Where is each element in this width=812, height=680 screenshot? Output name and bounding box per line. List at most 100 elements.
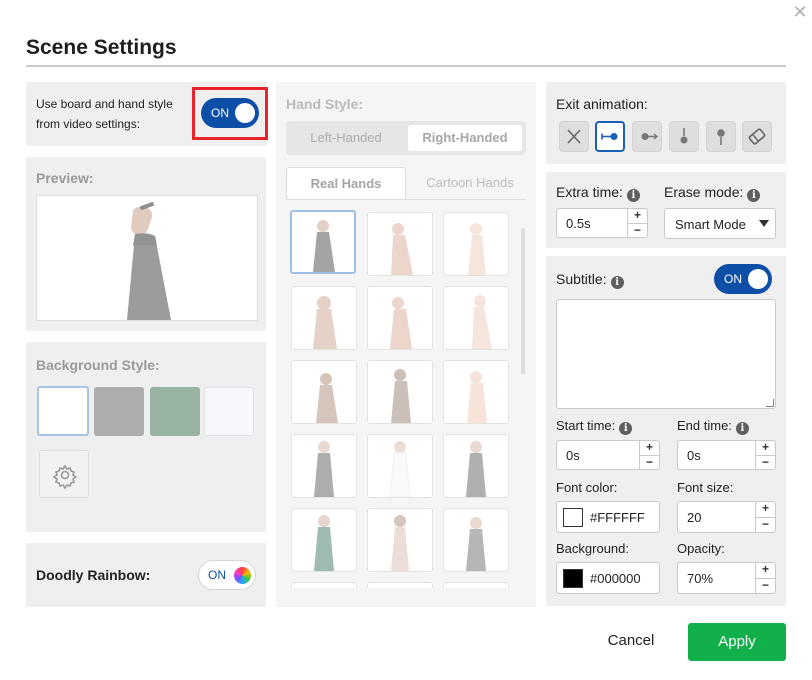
apply-button[interactable]: Apply	[688, 623, 786, 661]
hand-thumb[interactable]	[367, 508, 433, 572]
swatch-green[interactable]	[150, 387, 200, 436]
increment-button[interactable]: +	[756, 441, 775, 455]
background-color-swatch[interactable]	[563, 569, 583, 588]
increment-button[interactable]: +	[756, 502, 775, 517]
swatch-gray[interactable]	[94, 387, 144, 436]
font-size-stepper[interactable]: + −	[755, 502, 775, 532]
swatch-white[interactable]	[37, 386, 89, 436]
decrement-button[interactable]: −	[628, 223, 647, 237]
hand-thumb[interactable]	[291, 434, 357, 498]
preview-panel: Preview:	[26, 157, 266, 331]
slide-out-icon	[601, 133, 618, 140]
hand-thumb[interactable]	[443, 360, 509, 424]
hand-thumb[interactable]	[443, 286, 509, 350]
cancel-button[interactable]: Cancel	[598, 624, 664, 658]
background-color-value: #000000	[590, 571, 641, 586]
hand-thumb[interactable]	[443, 434, 509, 498]
decrement-button[interactable]: −	[756, 455, 775, 469]
info-icon[interactable]: i	[619, 422, 633, 435]
eraser-icon	[748, 128, 766, 145]
hand-thumb[interactable]	[291, 582, 357, 588]
erase-mode-select[interactable]: Smart Mode	[664, 208, 776, 239]
font-color-swatch[interactable]	[563, 508, 583, 527]
hand-thumb[interactable]	[291, 508, 357, 572]
info-icon[interactable]: i	[747, 189, 761, 202]
start-time-input[interactable]: 0s + −	[556, 440, 660, 470]
background-color-input[interactable]: #000000	[556, 562, 660, 594]
font-size-input[interactable]: 20 + −	[677, 501, 776, 533]
background-settings-button[interactable]	[39, 450, 89, 498]
textarea-resize-icon[interactable]	[766, 399, 774, 407]
info-icon[interactable]: i	[626, 189, 640, 202]
close-icon[interactable]: ✕	[791, 4, 809, 22]
exit-animation-label: Exit animation:	[556, 96, 648, 112]
start-time-label: Start time: i	[556, 418, 633, 435]
board-hand-toggle[interactable]: ON	[201, 98, 259, 128]
subtitle-label-text: Subtitle:	[556, 271, 607, 287]
rainbow-toggle-label: ON	[208, 568, 226, 582]
swatch-light[interactable]	[204, 387, 254, 436]
hand-thumb[interactable]	[443, 508, 509, 572]
hand-thumb[interactable]	[367, 286, 433, 350]
subtitle-toggle[interactable]: ON	[714, 264, 772, 294]
subtitle-panel: Subtitle: i ON Start time: i End time: i 0s…	[546, 256, 786, 606]
hand-thumb[interactable]	[367, 212, 433, 276]
hand-thumb[interactable]	[290, 210, 356, 274]
exit-eraser-button[interactable]	[742, 121, 772, 152]
subtitle-label: Subtitle: i	[556, 271, 624, 289]
hand-thumb[interactable]	[367, 434, 433, 498]
decrement-button[interactable]: −	[756, 517, 775, 532]
erase-mode-label: Erase mode: i	[664, 184, 761, 202]
hand-grid-scrollbar[interactable]	[521, 228, 525, 374]
hand-type-tabs: Real Hands Cartoon Hands	[286, 167, 526, 200]
toggle-label: ON	[724, 272, 742, 286]
board-hand-label-2: from video settings:	[36, 117, 141, 131]
exit-drop-pin-button[interactable]	[706, 121, 736, 152]
rainbow-icon	[234, 567, 251, 584]
tab-cartoon-hands[interactable]: Cartoon Hands	[410, 167, 530, 199]
end-time-input[interactable]: 0s + −	[677, 440, 776, 470]
preview-label: Preview:	[36, 170, 94, 186]
exit-none-button[interactable]	[559, 121, 589, 152]
font-color-input[interactable]: #FFFFFF	[556, 501, 660, 533]
tab-real-hands[interactable]: Real Hands	[286, 167, 406, 199]
background-label: Background:	[556, 541, 629, 556]
handedness-selector: Left-Handed Right-Handed	[286, 121, 526, 155]
decrement-button[interactable]: −	[756, 578, 775, 593]
hand-thumb[interactable]	[291, 360, 357, 424]
hand-thumb[interactable]	[443, 582, 509, 588]
hand-thumb[interactable]	[443, 212, 509, 276]
increment-button[interactable]: +	[640, 441, 659, 455]
font-size-value: 20	[687, 510, 702, 525]
start-time-stepper[interactable]: + −	[639, 441, 659, 469]
end-time-value: 0s	[687, 448, 701, 463]
info-icon[interactable]: i	[610, 276, 624, 289]
opacity-stepper[interactable]: + −	[755, 563, 775, 593]
end-time-stepper[interactable]: + −	[755, 441, 775, 469]
extra-time-stepper[interactable]: + −	[627, 209, 647, 237]
extra-time-label-text: Extra time:	[556, 184, 623, 200]
exit-move-down-button[interactable]	[669, 121, 699, 152]
decrement-button[interactable]: −	[640, 455, 659, 469]
hand-style-label: Hand Style:	[286, 96, 364, 112]
exit-slide-out-button[interactable]	[595, 121, 625, 152]
increment-button[interactable]: +	[628, 209, 647, 223]
left-handed-option[interactable]: Left-Handed	[290, 125, 402, 151]
opacity-input[interactable]: 70% + −	[677, 562, 776, 594]
doodly-rainbow-toggle[interactable]: ON	[198, 560, 256, 590]
info-icon[interactable]: i	[735, 422, 749, 435]
erase-mode-value: Smart Mode	[675, 217, 746, 232]
exit-push-out-button[interactable]	[632, 121, 662, 152]
extra-time-input[interactable]: 0.5s + −	[556, 208, 648, 238]
move-down-icon	[680, 128, 688, 144]
board-hand-label-1: Use board and hand style	[36, 97, 173, 111]
font-color-label: Font color:	[556, 480, 618, 495]
increment-button[interactable]: +	[756, 563, 775, 578]
drop-pin-icon	[717, 129, 725, 145]
hand-thumb[interactable]	[367, 360, 433, 424]
right-handed-option[interactable]: Right-Handed	[408, 125, 522, 151]
hand-thumb[interactable]	[291, 286, 357, 350]
font-color-value: #FFFFFF	[590, 510, 645, 525]
subtitle-textarea[interactable]	[556, 299, 776, 409]
hand-thumb[interactable]	[367, 582, 433, 588]
